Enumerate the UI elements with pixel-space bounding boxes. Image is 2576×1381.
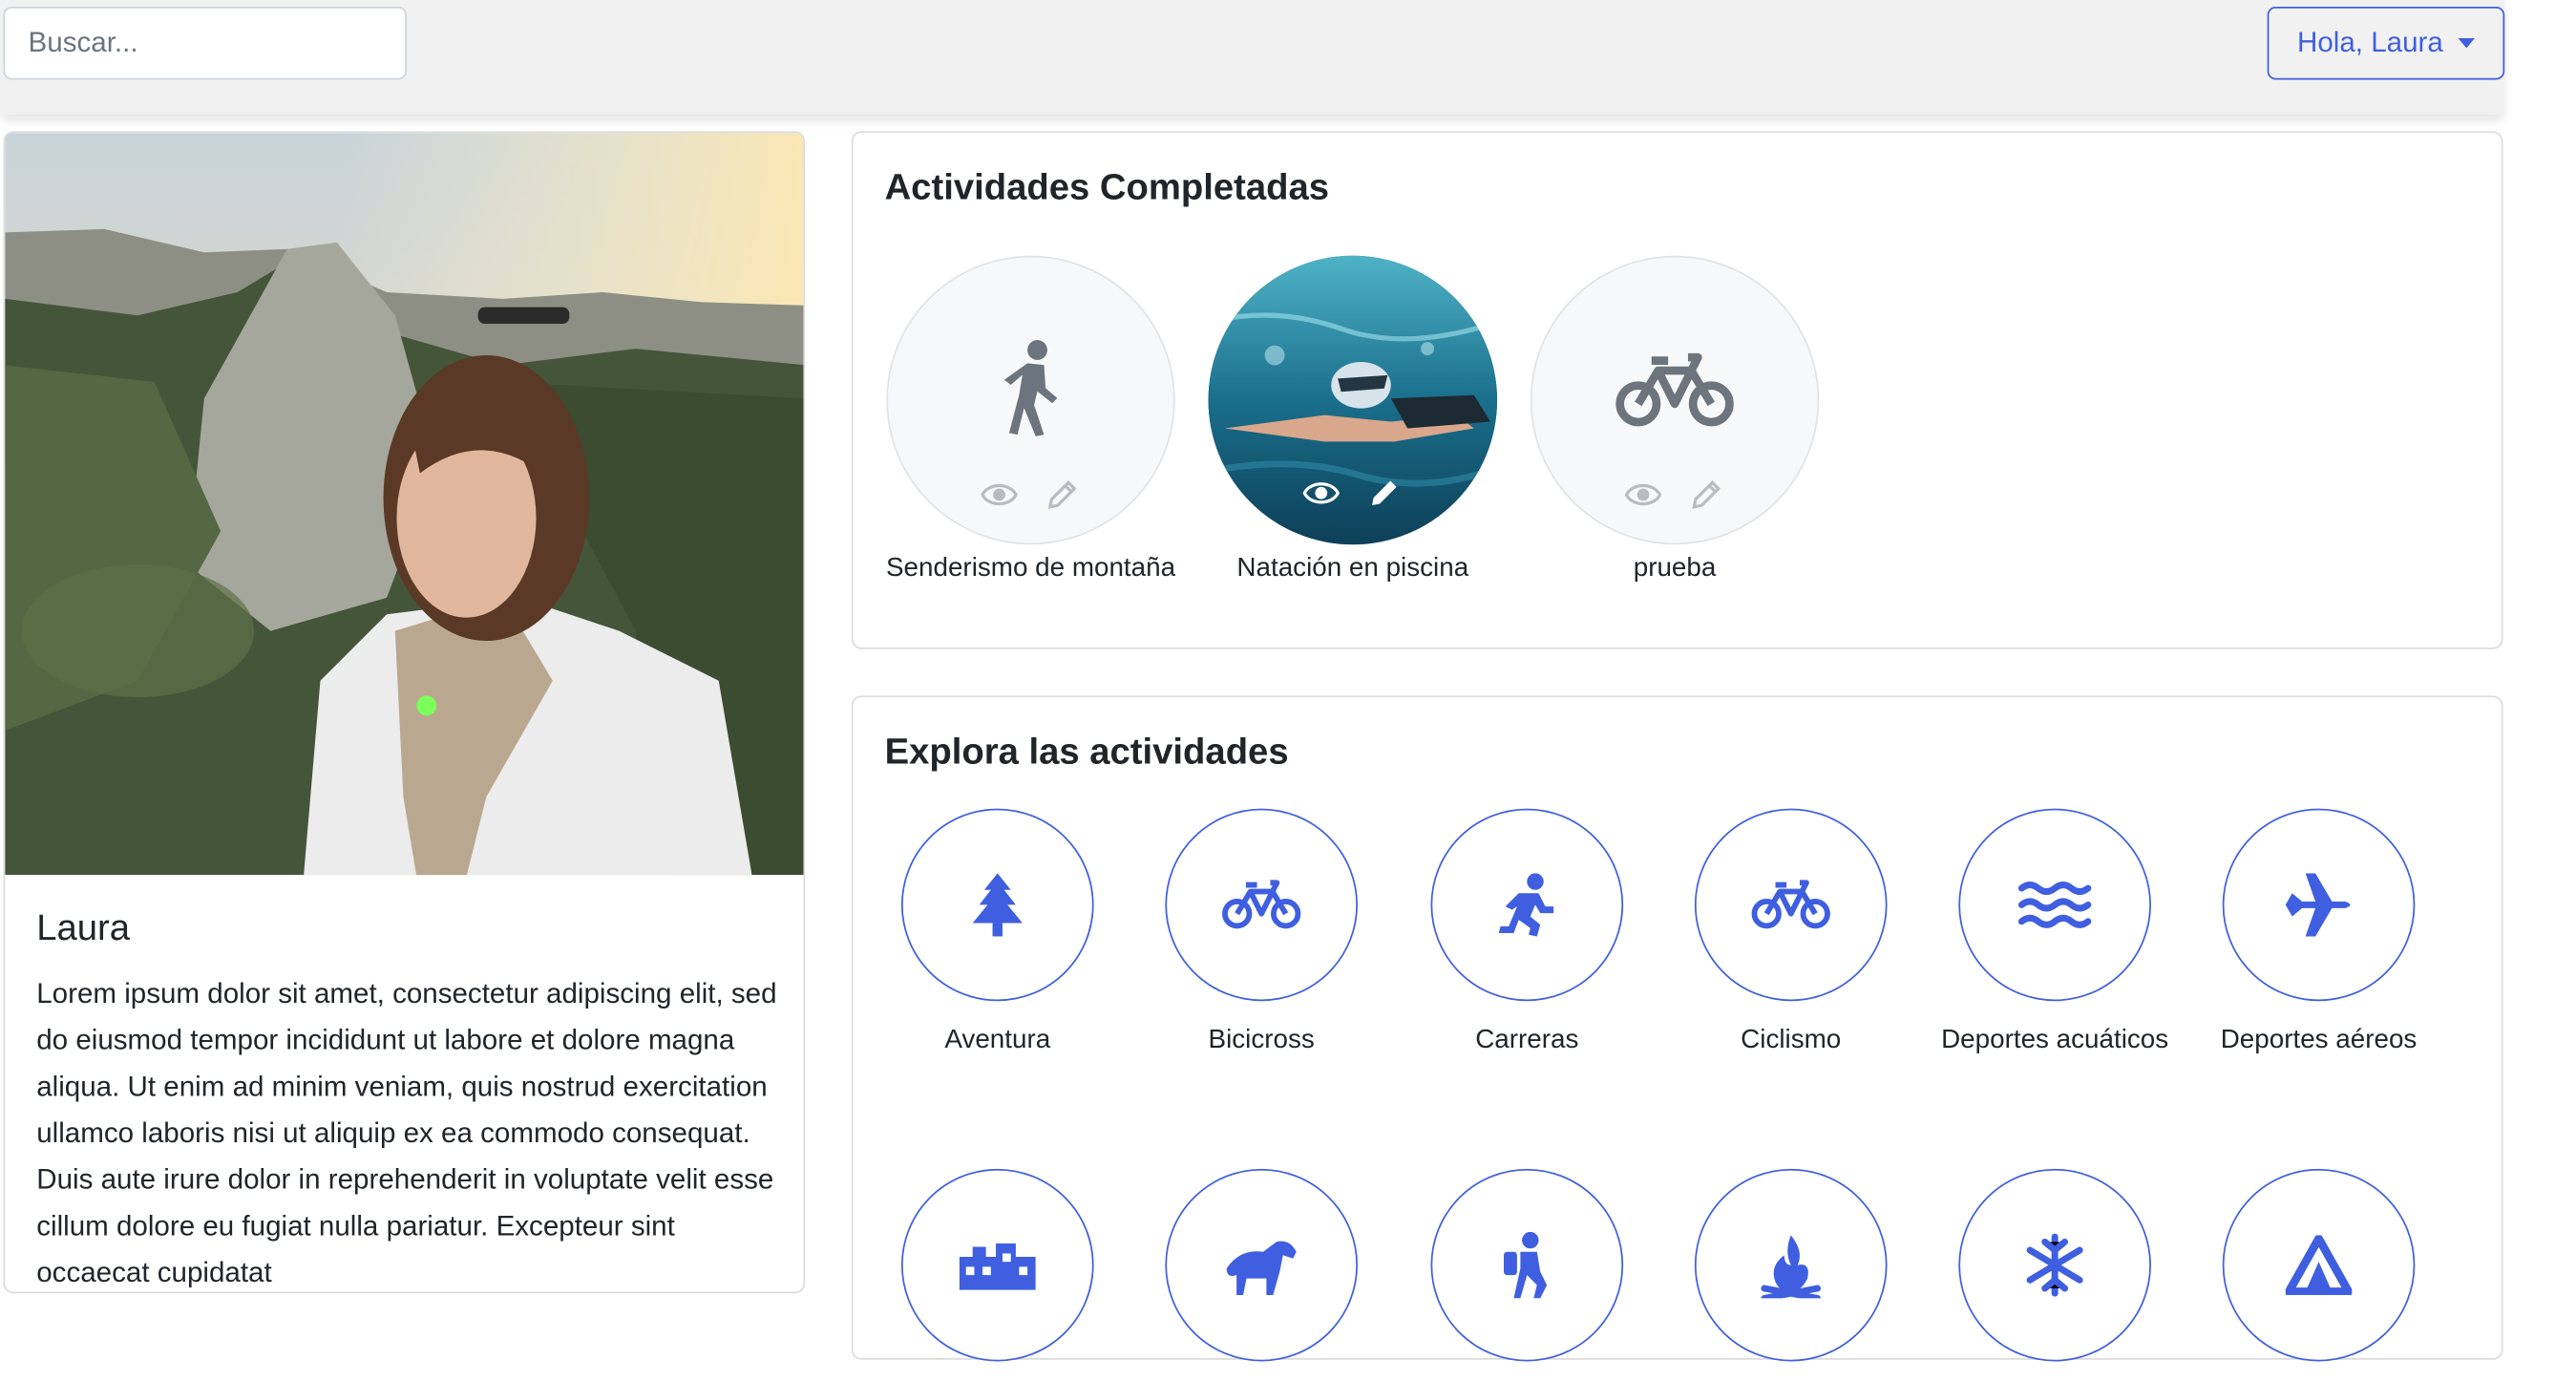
explore-activity-item[interactable]: Bicicross [1129,808,1394,1061]
completed-activity-thumbnail[interactable] [886,255,1175,545]
explore-activity-button[interactable] [1165,1168,1359,1362]
explore-activity-button[interactable] [1430,808,1624,1002]
completed-activity-label: Senderismo de montaña [886,554,1176,584]
explore-activity-button[interactable] [1958,808,2151,1002]
edit-icon[interactable] [1044,477,1080,513]
completed-activity-item: Senderismo de montaña [885,255,1177,584]
explore-activity-label: Deportes aéreos [2220,1026,2418,1054]
industry-icon [959,1243,1036,1290]
view-icon[interactable] [1624,477,1662,513]
explore-activity-button[interactable] [1694,1168,1888,1362]
explore-activity-button[interactable] [1430,1168,1624,1362]
edit-icon[interactable] [1366,475,1403,511]
bicycle-icon [1615,352,1734,427]
water-icon [2017,882,2092,928]
completed-activity-label: Natación en piscina [1236,554,1469,584]
explore-activity-item[interactable]: Deportes aéreos [2185,808,2451,1061]
explore-activity-item[interactable] [1129,1168,1394,1381]
explore-activity-label: Aventura [944,1026,1051,1054]
hiking-icon [1003,340,1058,436]
profile-name: Laura [36,906,131,948]
explore-activity-item[interactable] [1394,1168,1659,1381]
snowflake-icon [2026,1233,2083,1297]
explore-activity-item[interactable] [2185,1168,2451,1381]
explore-activity-label: Ciclismo [1741,1026,1842,1054]
caret-down-icon [2458,37,2475,49]
completed-activity-item: Natación en piscina [1207,255,1499,584]
completed-activity-item: prueba [1529,255,1821,584]
explore-activity-label: Bicicross [1208,1026,1315,1054]
edit-icon[interactable] [1688,477,1724,513]
explore-activities-card: Explora las actividades Aventura Bicicro… [851,695,2503,1362]
explore-activity-button[interactable] [1958,1168,2151,1362]
explore-activity-item[interactable] [1658,1168,1924,1381]
explore-activity-item[interactable]: Carreras [1394,808,1659,1061]
explore-activities-title: Explora las actividades [884,730,1289,773]
tent-icon [2285,1235,2353,1295]
profile-card: Laura Lorem ipsum dolor sit amet, consec… [3,131,806,1294]
view-icon[interactable] [1302,475,1340,511]
running-icon [1498,873,1554,937]
tree-icon [972,873,1023,937]
campfire-icon [1761,1235,1822,1299]
completed-activity-thumbnail[interactable] [1208,255,1498,545]
explore-activity-item[interactable] [1922,1168,2187,1381]
search-input[interactable] [3,6,407,80]
explore-activity-button[interactable] [2222,1168,2416,1362]
explore-activity-label: Deportes acuáticos [1941,1026,2169,1054]
explore-activity-item[interactable]: Deportes acuáticos [1922,808,2187,1061]
completed-activity-label: prueba [1633,554,1717,584]
explore-activity-button[interactable] [900,808,1094,1002]
explore-activity-button[interactable] [1165,808,1359,1002]
explore-activity-item[interactable] [865,1168,1130,1381]
explore-activity-button[interactable] [1694,808,1888,1002]
explore-activity-item[interactable]: Ciclismo [1658,808,1924,1061]
user-menu-button[interactable]: Hola, Laura [2267,6,2505,80]
explore-activity-label: Carreras [1475,1026,1579,1054]
horse-icon [1226,1241,1297,1295]
completed-activities-title: Actividades Completadas [884,165,1330,208]
completed-activity-thumbnail[interactable] [1530,255,1820,545]
profile-photo [5,133,804,876]
hiker-icon [1503,1231,1548,1299]
profile-bio: Lorem ipsum dolor sit amet, consectetur … [36,977,777,1288]
bicycle-icon [1751,880,1830,929]
explore-activity-button[interactable] [900,1168,1094,1362]
user-menu-label: Hola, Laura [2297,26,2443,58]
explore-activity-item[interactable]: Aventura [865,808,1130,1061]
bicycle-icon [1222,880,1301,929]
plane-icon [2285,873,2351,937]
view-icon[interactable] [981,477,1018,513]
completed-activities-card: Actividades Completadas Senderismo de mo… [851,131,2503,649]
top-navbar: Hola, Laura [0,0,2505,115]
explore-activity-button[interactable] [2222,808,2416,1002]
